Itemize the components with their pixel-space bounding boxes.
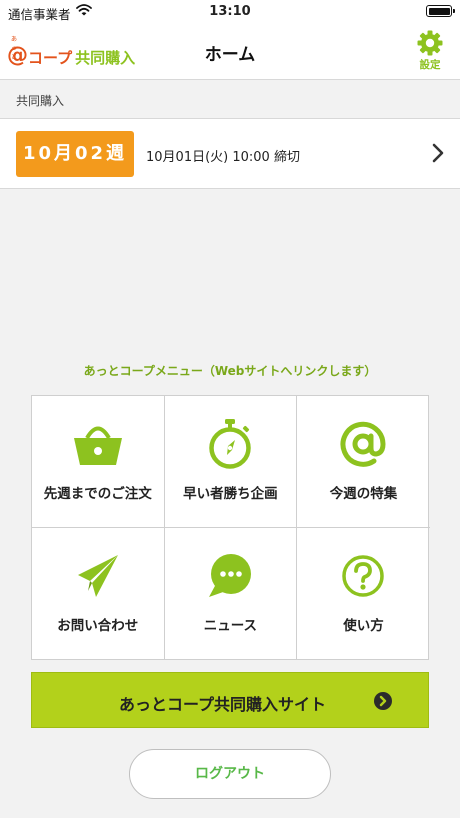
menu-label: 先週までのご注文 [43,486,152,502]
menu-item-how-to-use[interactable]: 使い方 [297,528,430,660]
menu-label: 使い方 [343,618,384,634]
gear-icon [410,30,450,56]
menu-label: 今週の特集 [329,486,398,502]
menu-item-first-come[interactable]: 早い者勝ち企画 [164,396,298,528]
settings-label: 設定 [419,59,441,71]
logo-at: @ [7,43,28,67]
coop-site-button-label: あっとコープ共同購入サイト [118,695,326,714]
battery-icon [426,5,455,17]
section-header-label: 共同購入 [16,94,65,108]
menu-label: ニュース [203,618,258,634]
logo-text: コープ 共同購入 [28,47,135,68]
speech-bubble-icon [165,552,297,600]
at-sign-icon [297,420,430,468]
arrow-circle-icon [374,692,392,714]
logout-button[interactable]: ログアウト [129,749,331,799]
question-icon [297,552,430,600]
settings-button[interactable]: 設定 [410,28,450,76]
status-time: 13:10 [209,4,251,19]
menu-caption: あっとコープメニュー（Webサイトへリンクします） [83,364,377,378]
menu-grid: 先週までのご注文 早い者勝ち企画 今週の特集 お問い合わせ ニュース 使い方 [31,395,430,660]
menu-item-contact[interactable]: お問い合わせ [32,528,165,660]
chevron-right-icon [432,143,444,167]
navigation-bar: あっと @ コープ 共同購入 ホーム 設定 [0,22,460,80]
logo-sub: 共同購入 [75,49,136,67]
paper-plane-icon [32,552,164,600]
week-badge: 10月02週 [16,131,134,177]
basket-icon [32,420,164,468]
order-deadline: 10月01日(火) 10:00 締切 [146,150,300,165]
section-header: 共同購入 [0,81,460,119]
menu-label: お問い合わせ [57,618,139,634]
logo-coop: コープ [28,49,73,67]
menu-label: 早い者勝ち企画 [183,486,278,502]
week-row[interactable]: 10月02週 10月01日(火) 10:00 締切 [0,119,460,189]
menu-item-news[interactable]: ニュース [165,528,298,660]
menu-item-past-orders[interactable]: 先週までのご注文 [32,396,165,528]
stopwatch-icon [165,419,297,469]
coop-site-button[interactable]: あっとコープ共同購入サイト [31,672,429,728]
menu-item-weekly-feature[interactable]: 今週の特集 [297,396,430,528]
status-bar: 通信事業者 13:10 [0,0,460,22]
